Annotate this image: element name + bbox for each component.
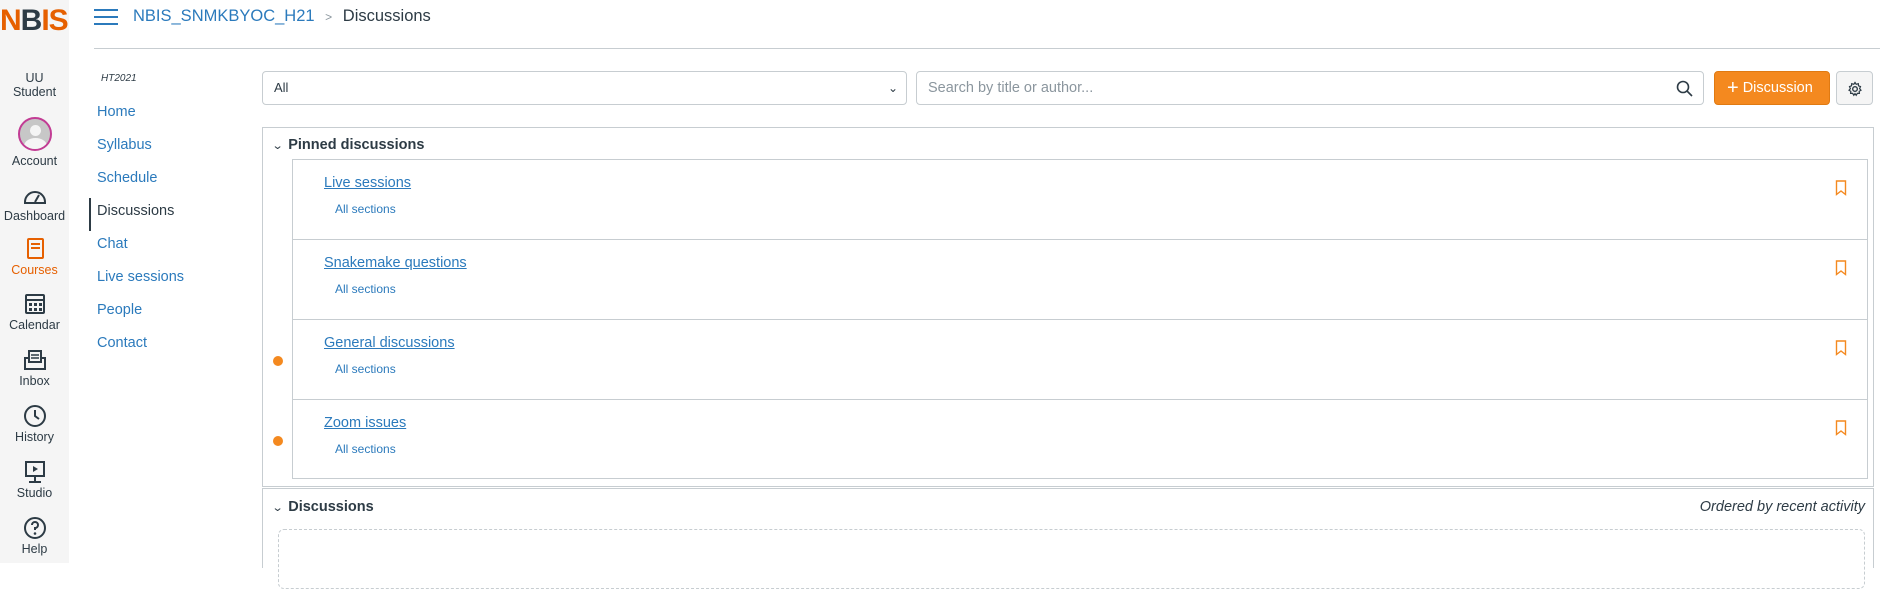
search-input[interactable]	[917, 72, 1617, 104]
chevron-down-icon: ⌄	[271, 502, 284, 514]
pinned-discussions-section: ⌄ Pinned discussions Live sessions All se…	[262, 127, 1874, 487]
inbox-label: Inbox	[19, 374, 50, 388]
search-box	[916, 71, 1704, 105]
breadcrumb: NBIS_SNMKBYOC_H21 > Discussions	[133, 7, 431, 26]
discussion-title-link[interactable]: Live sessions	[324, 175, 411, 191]
discussions-section-heading: Discussions	[288, 499, 374, 515]
breadcrumb-course-link[interactable]: NBIS_SNMKBYOC_H21	[133, 7, 315, 25]
course-nav-people[interactable]: People	[89, 297, 249, 330]
page-header: NBIS_SNMKBYOC_H21 > Discussions	[94, 0, 1880, 49]
user-name-line1: UU	[25, 71, 44, 85]
discussion-row[interactable]: Zoom issues All sections	[273, 399, 1868, 479]
nbis-logo[interactable]: NBIS	[0, 4, 69, 44]
discussions-section: ⌄ Discussions Ordered by recent activity	[262, 488, 1874, 589]
settings-button[interactable]	[1836, 71, 1873, 105]
chevron-down-icon: ⌄	[271, 140, 284, 152]
discussion-sections: All sections	[335, 362, 396, 376]
bookmark-icon[interactable]	[1835, 340, 1847, 356]
bookmark-icon[interactable]	[1835, 180, 1847, 196]
calendar-icon	[24, 294, 45, 314]
global-nav-history[interactable]: History	[0, 404, 69, 444]
discussion-sections: All sections	[335, 442, 396, 456]
courses-icon	[26, 238, 44, 259]
course-nav-chat[interactable]: Chat	[89, 231, 249, 264]
dashboard-icon	[23, 191, 46, 204]
unread-indicator	[273, 436, 283, 446]
pinned-discussion-list: Live sessions All sections Snakemake que…	[273, 159, 1868, 479]
discussion-sections: All sections	[335, 202, 396, 216]
avatar	[17, 117, 52, 151]
pinned-section-toggle[interactable]: ⌄ Pinned discussions	[271, 137, 425, 153]
global-nav-help[interactable]: Help	[0, 516, 69, 556]
term-label: HT2021	[101, 73, 137, 84]
global-nav-user[interactable]: UU Student	[0, 71, 69, 99]
history-icon	[23, 405, 46, 427]
bookmark-icon[interactable]	[1835, 260, 1847, 276]
pinned-section-heading: Pinned discussions	[288, 137, 425, 153]
dashboard-label: Dashboard	[3, 209, 66, 223]
hamburger-menu-icon[interactable]	[94, 9, 118, 27]
discussions-section-toggle[interactable]: ⌄ Discussions	[271, 499, 374, 515]
filter-select[interactable]: All ⌄	[262, 71, 907, 105]
inbox-icon	[23, 350, 46, 370]
discussion-row[interactable]: General discussions All sections	[273, 319, 1868, 399]
chevron-down-icon: ⌄	[887, 81, 898, 95]
breadcrumb-current: Discussions	[342, 7, 431, 25]
global-nav-account[interactable]: Account	[0, 117, 69, 168]
discussion-title-link[interactable]: General discussions	[324, 335, 455, 351]
help-label: Help	[21, 542, 48, 556]
course-nav-discussions[interactable]: Discussions	[89, 198, 249, 231]
breadcrumb-separator: >	[325, 10, 333, 24]
global-nav-inbox[interactable]: Inbox	[0, 348, 69, 388]
course-nav: Home Syllabus Schedule Discussions Chat …	[89, 99, 249, 363]
history-label: History	[15, 430, 54, 444]
course-nav-home[interactable]: Home	[89, 99, 249, 132]
course-nav-contact[interactable]: Contact	[89, 330, 249, 363]
add-discussion-button[interactable]: + Discussion	[1714, 71, 1830, 105]
help-icon	[23, 517, 46, 539]
studio-icon	[24, 461, 45, 483]
gear-icon	[1848, 81, 1862, 97]
discussion-title-link[interactable]: Snakemake questions	[324, 255, 467, 271]
plus-icon: +	[1727, 77, 1739, 99]
discussion-title-link[interactable]: Zoom issues	[324, 415, 406, 431]
discussion-row[interactable]: Snakemake questions All sections	[292, 239, 1868, 319]
add-discussion-label: Discussion	[1742, 80, 1813, 96]
studio-label: Studio	[16, 486, 53, 500]
unread-indicator	[273, 356, 283, 366]
global-nav-calendar[interactable]: Calendar	[0, 292, 69, 332]
user-name-line2: Student	[12, 85, 57, 99]
courses-label: Courses	[11, 263, 58, 277]
filter-value: All	[274, 80, 289, 95]
search-icon[interactable]	[1676, 80, 1693, 97]
order-note: Ordered by recent activity	[1699, 499, 1865, 515]
course-nav-schedule[interactable]: Schedule	[89, 165, 249, 198]
discussion-row[interactable]: Live sessions All sections	[292, 159, 1868, 239]
discussion-sections: All sections	[335, 282, 396, 296]
global-nav: NBIS UU Student Account Dashboard Course…	[0, 0, 69, 563]
global-nav-dashboard[interactable]: Dashboard	[0, 185, 69, 223]
global-nav-studio[interactable]: Studio	[0, 460, 69, 500]
global-nav-courses[interactable]: Courses	[0, 237, 69, 277]
calendar-label: Calendar	[9, 318, 60, 332]
bookmark-icon[interactable]	[1835, 420, 1847, 436]
course-nav-live-sessions[interactable]: Live sessions	[89, 264, 249, 297]
discussions-drop-area	[278, 529, 1865, 589]
account-label: Account	[11, 154, 58, 168]
course-nav-syllabus[interactable]: Syllabus	[89, 132, 249, 165]
